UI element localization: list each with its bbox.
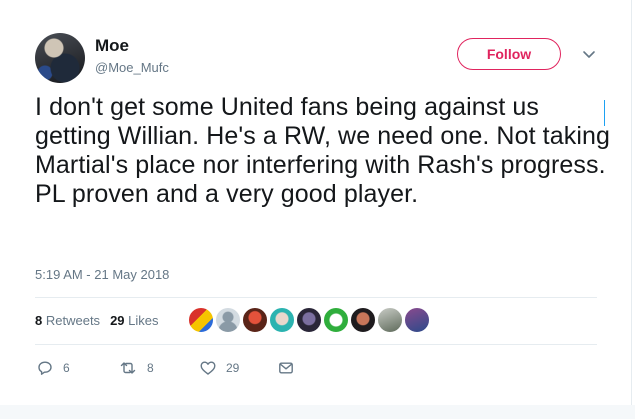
follow-button[interactable]: Follow: [457, 38, 561, 70]
liker-avatar[interactable]: [404, 307, 430, 333]
divider-top: [35, 297, 597, 298]
liker-avatar[interactable]: [296, 307, 322, 333]
likes-label: Likes: [128, 313, 159, 328]
reply-icon: [38, 361, 52, 375]
liker-avatar[interactable]: [215, 307, 241, 333]
envelope-icon: [279, 362, 293, 374]
liker-avatar[interactable]: [377, 307, 403, 333]
tweet-card: Moe @Moe_Mufc Follow I don't get some Un…: [0, 0, 635, 405]
liker-avatar[interactable]: [242, 307, 268, 333]
engagement-stats: 8 Retweets 29 Likes: [35, 313, 159, 328]
likes-count: 29: [110, 313, 125, 328]
display-name[interactable]: Moe: [95, 36, 129, 56]
reply-count: 6: [63, 361, 70, 375]
like-count: 29: [226, 361, 240, 375]
retweets-count: 8: [35, 313, 43, 328]
tweet-text: I don't get some United fans being again…: [35, 93, 610, 208]
retweet-count: 8: [147, 361, 154, 375]
avatar[interactable]: [35, 33, 85, 83]
chevron-down-icon[interactable]: [581, 46, 597, 62]
retweets-stat[interactable]: 8 Retweets: [35, 313, 100, 328]
heart-icon: [200, 361, 216, 375]
retweets-label: Retweets: [45, 313, 101, 328]
like-action[interactable]: 29: [200, 360, 239, 376]
message-action[interactable]: [278, 360, 294, 376]
divider-bottom: [35, 344, 597, 345]
retweet-action[interactable]: 8: [119, 360, 154, 376]
liker-avatar[interactable]: [350, 307, 376, 333]
likes-stat[interactable]: 29 Likes: [110, 313, 158, 328]
card-border: [631, 0, 632, 405]
reply-action[interactable]: 6: [37, 360, 70, 376]
liker-avatar[interactable]: [323, 307, 349, 333]
text-cursor: [604, 100, 605, 126]
tweet-timestamp[interactable]: 5:19 AM - 21 May 2018: [35, 267, 169, 282]
liker-avatar[interactable]: [188, 307, 214, 333]
retweet-icon: [120, 362, 136, 374]
liker-avatar[interactable]: [269, 307, 295, 333]
user-handle[interactable]: @Moe_Mufc: [95, 60, 169, 75]
